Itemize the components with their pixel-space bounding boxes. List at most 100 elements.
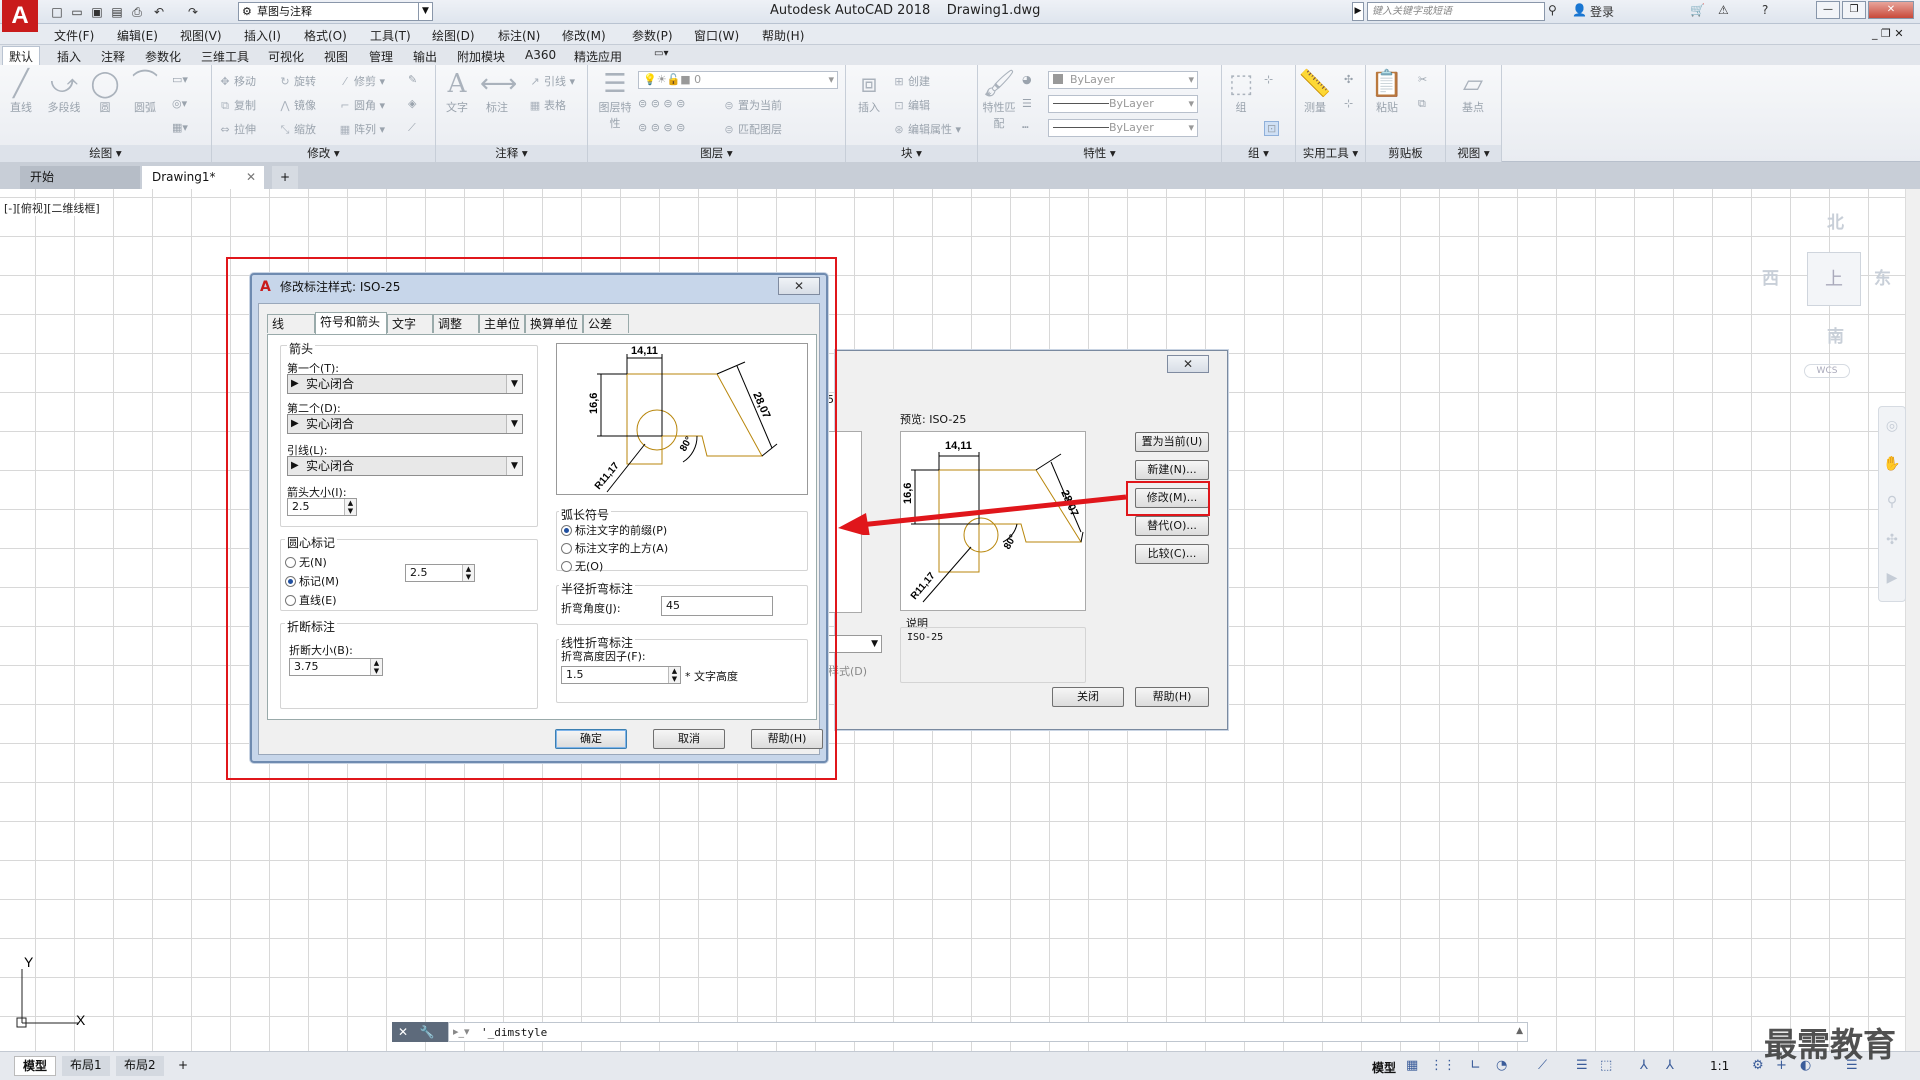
copy-button[interactable]: ⧉ 复制 (218, 97, 256, 113)
lineweight-select[interactable]: ByLayer ▾ (1048, 119, 1198, 137)
print-icon[interactable]: ⎙ (128, 3, 146, 21)
save-as-icon[interactable]: ▤ (108, 3, 126, 21)
minimize-button[interactable]: — (1816, 1, 1840, 19)
arc-above-option[interactable]: 标注文字的上方(A) (561, 540, 668, 556)
help-button[interactable]: 帮助(H) (751, 729, 823, 749)
tab-alternate-units[interactable]: 换算单位 (525, 314, 583, 333)
lineweight-toggle-icon[interactable]: ☰ (1576, 1058, 1588, 1073)
panel-draw-title[interactable]: 绘图 ▾ (0, 145, 211, 162)
new-style-button[interactable]: 新建(N)... (1135, 460, 1209, 480)
panel-annotation-title[interactable]: 注释 ▾ (436, 145, 587, 162)
cart-icon[interactable]: 🛒 (1690, 3, 1705, 17)
jog-height-input[interactable]: 1.5 ▲ ▼ (561, 666, 681, 684)
array-button[interactable]: ▦ 阵列 ▾ (338, 121, 385, 137)
create-block-button[interactable]: ⊞ 创建 (892, 73, 930, 89)
text-button[interactable]: A 文字 (440, 69, 474, 115)
modify-dialog-close-icon[interactable]: ✕ (778, 277, 820, 295)
manager-help-button[interactable]: 帮助(H) (1135, 687, 1209, 707)
scale-button[interactable]: ⤡ 缩放 (278, 121, 316, 137)
jog-angle-input[interactable]: 45 (661, 596, 773, 616)
tab-drawing1[interactable]: Drawing1* ✕ (142, 166, 264, 189)
undo-icon[interactable]: ↶ (150, 3, 168, 21)
tab-visualize[interactable]: 可视化 (268, 48, 304, 65)
match-layer-button[interactable]: ⊜ 匹配图层 (722, 121, 782, 137)
center-mark-size-input[interactable]: 2.5 ▲ ▼ (405, 564, 475, 582)
tab-start[interactable]: 开始 (20, 166, 140, 189)
spinner-icon[interactable]: ▲ ▼ (462, 565, 474, 581)
rotate-button[interactable]: ↻ 旋转 (278, 73, 316, 89)
group-button[interactable]: ⬚ 组 (1224, 69, 1258, 115)
base-view-button[interactable]: ▱ 基点 (1456, 69, 1490, 115)
tab-parametric[interactable]: 参数化 (145, 48, 181, 65)
steering-wheel-icon[interactable]: ◎ (1879, 407, 1905, 445)
arc-before-option[interactable]: 标注文字的前缀(P) (561, 522, 667, 538)
snap-icon[interactable]: ⋮⋮ (1430, 1058, 1456, 1073)
command-input[interactable]: '_dimstyle (481, 1026, 547, 1039)
trim-button[interactable]: ⁄ 修剪 ▾ (338, 73, 385, 89)
new-file-icon[interactable]: □ (48, 3, 66, 21)
close-tab-icon[interactable]: ✕ (246, 166, 256, 188)
center-mark-option[interactable]: 标记(M) (285, 573, 339, 589)
ortho-icon[interactable]: ∟ (1470, 1058, 1481, 1073)
layer-tools-row2[interactable]: ⊜ ⊜ ⊜ ⊜ (638, 121, 685, 134)
menu-tools[interactable]: 工具(T) (370, 27, 411, 44)
orbit-icon[interactable]: ✣ (1879, 521, 1905, 559)
command-line[interactable]: ▸_▾ '_dimstyle ▲ (448, 1022, 1528, 1042)
match-properties-button[interactable]: 🖌 特性匹配 (982, 69, 1016, 131)
a360-icon[interactable]: ⚠ (1718, 3, 1729, 17)
rectangle-icon[interactable]: ▭▾ (172, 73, 188, 86)
layer-properties-button[interactable]: ☰ 图层特性 (598, 69, 632, 131)
command-history-icon[interactable]: ▲ (1516, 1026, 1523, 1036)
viewcube-face[interactable]: 上 (1807, 252, 1861, 306)
arc-none-option[interactable]: 无(O) (561, 558, 603, 574)
workspace-gear-icon[interactable]: ⚙ (1752, 1058, 1764, 1073)
copy-clip-icon[interactable]: ⧉ (1418, 97, 1426, 111)
new-tab-button[interactable]: + (272, 166, 298, 189)
help-icon[interactable]: ? (1762, 3, 1768, 17)
stretch-button[interactable]: ⇔ 拉伸 (218, 121, 256, 137)
spinner-icon[interactable]: ▲ ▼ (668, 667, 680, 683)
panel-modify-title[interactable]: 修改 ▾ (212, 145, 435, 162)
annotation-scale-icon[interactable]: ⅄ (1640, 1058, 1648, 1073)
tab-symbols-arrows[interactable]: 符号和箭头 (315, 312, 387, 334)
search-input[interactable]: 键入关键字或短语 (1367, 2, 1545, 21)
panel-view-title[interactable]: 视图 ▾ (1446, 145, 1501, 162)
utility-icon-1[interactable]: ✣ (1344, 73, 1353, 86)
first-arrow-select[interactable]: ▶ 实心闭合 ▼ (287, 374, 523, 394)
binoculars-icon[interactable]: ⚲ (1548, 3, 1557, 17)
layout-tab-model[interactable]: 模型 (14, 1056, 57, 1076)
panel-clipboard-title[interactable]: 剪贴板 (1366, 145, 1445, 162)
circle-button[interactable]: ◯ 圆 (88, 69, 122, 115)
annotation-visibility-icon[interactable]: ⅄ (1666, 1058, 1674, 1073)
ok-button[interactable]: 确定 (555, 729, 627, 749)
menu-format[interactable]: 格式(O) (304, 27, 347, 44)
insert-block-button[interactable]: ⧈ 插入 (852, 69, 886, 115)
pan-icon[interactable]: ✋ (1879, 445, 1905, 483)
viewcube-east[interactable]: 东 (1874, 264, 1891, 289)
panel-groups-title[interactable]: 组 ▾ (1222, 145, 1295, 162)
layer-tools-row1[interactable]: ⊜ ⊜ ⊜ ⊜ (638, 97, 685, 110)
tab-tolerances[interactable]: 公差 (583, 314, 629, 333)
polar-icon[interactable]: ◔ (1496, 1058, 1507, 1073)
line-button[interactable]: ╱ 直线 (4, 69, 38, 115)
linetype-icon[interactable]: ┅ (1022, 121, 1029, 134)
arrow-size-input[interactable]: 2.5 ▲ ▼ (287, 498, 357, 516)
viewport-controls[interactable]: [-][俯视][二维线框] (4, 200, 100, 216)
table-button[interactable]: ▦ 表格 (528, 97, 566, 113)
panel-block-title[interactable]: 块 ▾ (846, 145, 977, 162)
utility-icon-2[interactable]: ⊹ (1344, 97, 1353, 110)
spinner-icon[interactable]: ▲ ▼ (344, 499, 356, 515)
tab-primary-units[interactable]: 主单位 (479, 314, 525, 333)
cancel-button[interactable]: 取消 (653, 729, 725, 749)
menu-window[interactable]: 窗口(W) (694, 27, 739, 44)
region-icon[interactable]: ▦▾ (172, 121, 188, 134)
tab-lines[interactable]: 线 (267, 314, 315, 333)
doc-window-controls[interactable]: _ ❐ ✕ (1872, 27, 1904, 40)
tab-a360[interactable]: A360 (525, 48, 556, 62)
command-close-icon[interactable]: ✕ (398, 1025, 408, 1039)
restore-button[interactable]: ❐ (1842, 1, 1866, 19)
tab-text[interactable]: 文字 (387, 314, 433, 333)
model-space-toggle[interactable]: 模型 (1372, 1059, 1396, 1076)
panel-utilities-title[interactable]: 实用工具 ▾ (1296, 145, 1365, 162)
menu-parametric[interactable]: 参数(P) (632, 27, 673, 44)
